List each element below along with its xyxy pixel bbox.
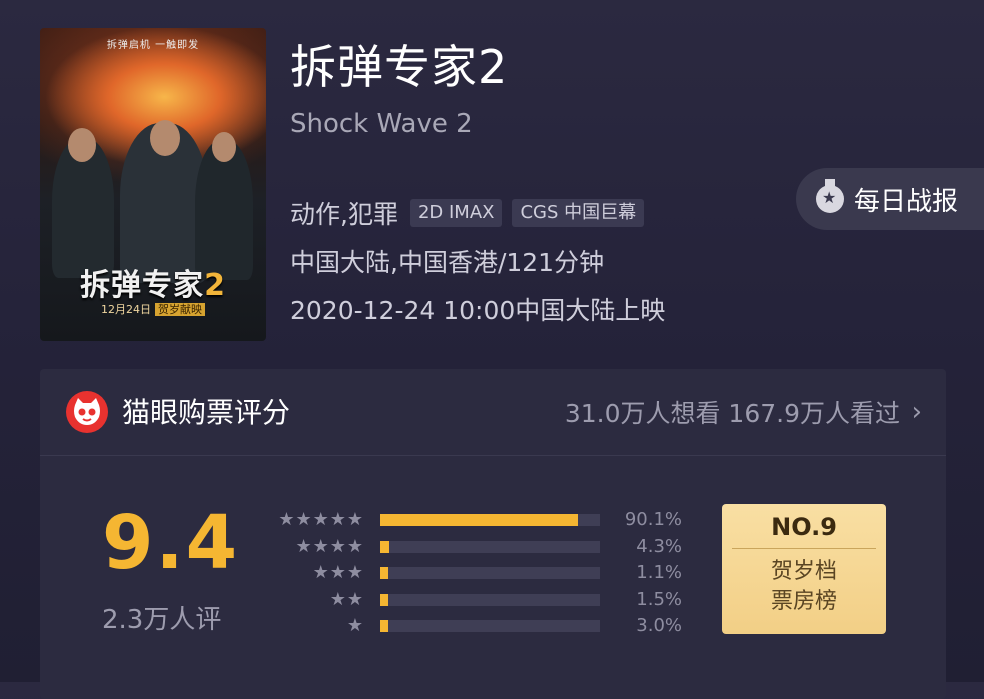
percent-label: 1.5%: [636, 588, 682, 610]
region-duration: 中国大陆,中国香港/121分钟: [290, 248, 605, 277]
bar-fill: [380, 514, 579, 526]
stars-5: ★★★★★: [278, 509, 364, 530]
rating-distribution: ★★★★★ 90.1% ★★★★ 4.3% ★★★ 1.1% ★★ 1.5% ★…: [260, 507, 682, 640]
rank-number: NO.9: [771, 513, 837, 541]
distribution-row-1: ★ 3.0%: [260, 613, 682, 639]
percent-label: 90.1%: [624, 509, 682, 530]
stars-4: ★★★★: [295, 535, 364, 557]
distribution-row-2: ★★ 1.5%: [260, 587, 682, 613]
percent-label: 1.1%: [636, 562, 682, 583]
release-info: 2020-12-24 10:00中国大陆上映: [290, 296, 666, 325]
bar-fill: [380, 567, 388, 579]
poster-head-right: [212, 132, 236, 162]
distribution-row-3: ★★★ 1.1%: [260, 560, 682, 586]
movie-title: 拆弹专家2: [290, 40, 509, 94]
rating-count: 2.3万人评: [102, 605, 222, 635]
stars-3: ★★★: [312, 562, 364, 583]
distribution-row-4: ★★★★ 4.3%: [260, 534, 682, 560]
percent-label: 3.0%: [636, 615, 682, 636]
chevron-right-icon: ›: [911, 397, 922, 427]
movie-title-english: Shock Wave 2: [290, 109, 473, 139]
poster-head-center: [150, 120, 180, 156]
bar-fill: [380, 620, 388, 632]
stars-1: ★: [346, 615, 364, 636]
rank-divider: [732, 548, 876, 549]
bar-fill: [380, 593, 388, 606]
genre-row: 动作,犯罪 2D IMAX CGS 中国巨幕: [290, 196, 654, 230]
movie-poster[interactable]: 拆弹启机 一触即发 拆弹专家2 12月24日 贺岁献映: [40, 28, 266, 341]
medal-icon: [816, 179, 844, 213]
maoyan-cat-icon: [66, 391, 108, 433]
rating-score: 9.4: [102, 500, 240, 586]
bar-track: [380, 620, 600, 632]
poster-title: 拆弹专家2: [80, 268, 226, 303]
audience-stats: 31.0万人想看 167.9万人看过: [564, 399, 900, 428]
rank-label-board: 票房榜: [770, 589, 837, 614]
box-office-rank-badge[interactable]: NO.9 贺岁档 票房榜: [722, 504, 886, 634]
rating-card: 猫眼购票评分 31.0万人想看 167.9万人看过 › 9.4 2.3万人评 ★…: [40, 369, 946, 699]
bar-track: [380, 593, 600, 606]
poster-head-left: [68, 128, 96, 162]
bar-track: [380, 567, 600, 579]
format-tag-cgs: CGS 中国巨幕: [512, 199, 645, 227]
rating-card-title: 猫眼购票评分: [122, 396, 291, 429]
stars-2: ★★: [329, 588, 364, 610]
bar-track: [380, 540, 600, 553]
daily-report-label: 每日战报: [854, 186, 959, 217]
genre-text: 动作,犯罪: [290, 200, 398, 229]
percent-label: 4.3%: [636, 535, 682, 557]
rating-card-header[interactable]: 猫眼购票评分 31.0万人想看 167.9万人看过 ›: [40, 369, 946, 456]
rank-label-season: 贺岁档: [770, 559, 837, 584]
format-tag-imax: 2D IMAX: [409, 199, 503, 227]
poster-date: 12月24日 贺岁献映: [40, 301, 266, 317]
distribution-row-5: ★★★★★ 90.1%: [260, 507, 682, 533]
daily-report-button[interactable]: 每日战报: [796, 168, 984, 230]
bar-fill: [380, 540, 390, 553]
bar-track: [380, 514, 600, 526]
poster-tagline: 拆弹启机 一触即发: [106, 40, 200, 51]
